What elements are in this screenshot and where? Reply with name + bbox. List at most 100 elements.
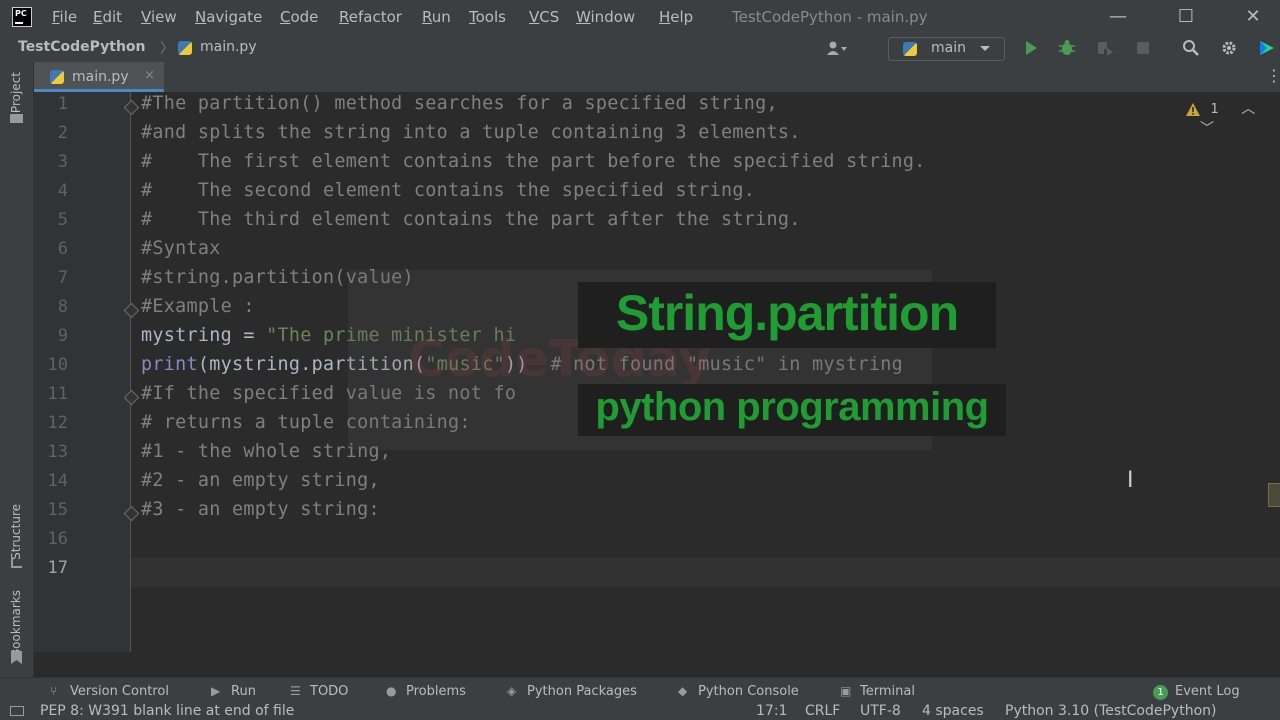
python-file-icon xyxy=(178,41,192,55)
menu-file[interactable]: File xyxy=(52,8,77,26)
structure-tool-window-button[interactable]: Structure xyxy=(9,504,23,560)
gear-icon[interactable] xyxy=(1220,39,1238,57)
code-token: #The partition() method searches for a s… xyxy=(141,93,778,114)
run-configuration-select[interactable]: main xyxy=(888,37,1005,61)
scrollbar-warning-marker[interactable] xyxy=(1268,483,1280,507)
python-icon xyxy=(903,42,917,56)
python-console-button[interactable]: ◆ Python Console xyxy=(678,684,799,699)
navigation-bar: TestCodePython 〉 main.py main xyxy=(0,34,1280,63)
inspection-widget[interactable]: 1 ︿ ﹀ xyxy=(1186,98,1280,138)
tab-main-py[interactable]: main.py × xyxy=(34,62,164,92)
line-number: 8 xyxy=(57,297,68,317)
pycharm-logo-icon: PC xyxy=(12,7,32,27)
code-token: print xyxy=(141,354,198,375)
previous-highlight-icon[interactable]: ︿ xyxy=(1241,101,1255,117)
code-line[interactable]: #The partition() method searches for a s… xyxy=(141,93,778,114)
terminal-label: Terminal xyxy=(860,684,915,699)
line-number: 13 xyxy=(47,442,68,462)
code-line[interactable]: # The third element contains the part af… xyxy=(141,209,801,230)
more-tabs-icon[interactable]: ⋮ xyxy=(1266,66,1280,85)
python-packages-button[interactable]: ◈ Python Packages xyxy=(507,684,637,699)
file-encoding[interactable]: UTF-8 xyxy=(860,703,901,719)
jetbrains-toolbox-icon[interactable] xyxy=(1258,39,1276,57)
line-separator[interactable]: CRLF xyxy=(805,703,840,719)
menu-refactor[interactable]: Refactor xyxy=(339,8,402,26)
problems-label: Problems xyxy=(406,684,466,699)
code-line[interactable]: # The first element contains the part be… xyxy=(141,151,926,172)
status-bar: PEP 8: W391 blank line at end of file 17… xyxy=(0,703,1280,720)
search-icon[interactable] xyxy=(1182,39,1200,57)
problems-button[interactable]: ● Problems xyxy=(386,684,466,699)
version-control-label: Version Control xyxy=(70,684,169,699)
menu-vcs[interactable]: VCS xyxy=(529,8,559,26)
code-line[interactable]: #Syntax xyxy=(141,238,221,259)
line-number-gutter: 1 2 3 4 5 6 7 8 9 10 11 12 13 14 15 16 17 xyxy=(34,92,130,652)
python-interpreter[interactable]: Python 3.10 (TestCodePython) xyxy=(1005,703,1216,719)
console-icon: ◆ xyxy=(678,684,688,698)
bookmarks-tool-window-button[interactable]: Bookmarks xyxy=(9,590,23,657)
maximize-button[interactable]: ☐ xyxy=(1166,4,1206,30)
banner-subtitle: python programming xyxy=(578,384,1006,436)
menu-window[interactable]: Window xyxy=(576,8,635,26)
minimize-button[interactable]: — xyxy=(1098,4,1138,30)
todo-button[interactable]: ☰ TODO xyxy=(290,684,348,699)
menu-navigate[interactable]: Navigate xyxy=(195,8,262,26)
toggle-tool-windows-icon[interactable] xyxy=(10,706,24,716)
terminal-button[interactable]: ▣ Terminal xyxy=(840,684,915,699)
event-log-count: 1 xyxy=(1153,685,1168,700)
code-line[interactable]: #and splits the string into a tuple cont… xyxy=(141,122,801,143)
run-tool-button[interactable]: ▶ Run xyxy=(211,684,256,699)
line-number: 2 xyxy=(57,123,68,143)
event-log-button[interactable]: 1 Event Log xyxy=(1153,684,1240,700)
user-account-icon[interactable] xyxy=(826,40,848,56)
caret-position[interactable]: 17:1 xyxy=(756,703,787,719)
run-with-coverage-button[interactable] xyxy=(1096,39,1114,57)
code-token: # The second element contains the specif… xyxy=(141,180,756,201)
line-number: 7 xyxy=(57,268,68,288)
menu-edit[interactable]: Edit xyxy=(93,8,122,26)
menu-help[interactable]: Help xyxy=(659,8,693,26)
terminal-icon: ▣ xyxy=(840,684,852,698)
line-number: 5 xyxy=(57,210,68,230)
line-number: 3 xyxy=(57,152,68,172)
project-tool-window-button[interactable]: Project xyxy=(9,72,23,113)
stop-button[interactable] xyxy=(1134,39,1152,57)
run-configuration-label: main xyxy=(931,40,966,56)
tool-window-bar: ⑂ Version Control ▶ Run ☰ TODO ● Problems ◈ P… xyxy=(0,677,1280,705)
menu-code[interactable]: Code xyxy=(280,8,318,26)
event-log-label: Event Log xyxy=(1175,684,1240,699)
code-line[interactable]: #Example : xyxy=(141,296,255,317)
bookmark-icon xyxy=(11,651,22,664)
close-tab-icon[interactable]: × xyxy=(144,68,155,83)
menu-tools[interactable]: Tools xyxy=(469,8,506,26)
code-line[interactable]: # The second element contains the specif… xyxy=(141,180,755,201)
text-cursor-icon: Ⅰ xyxy=(1127,468,1134,493)
code-token: # The third element contains the part af… xyxy=(141,209,801,230)
left-tool-strip: Project Structure Bookmarks xyxy=(0,62,34,677)
code-line[interactable]: #3 - an empty string: xyxy=(141,499,380,520)
line-number: 14 xyxy=(47,471,68,491)
menu-run[interactable]: Run xyxy=(422,8,451,26)
line-number: 17 xyxy=(47,558,68,578)
line-number: 4 xyxy=(57,181,68,201)
line-number: 11 xyxy=(47,384,68,404)
warning-icon xyxy=(1186,102,1200,116)
line-number: 6 xyxy=(57,239,68,259)
indent-setting[interactable]: 4 spaces xyxy=(922,703,984,719)
menu-view[interactable]: View xyxy=(141,8,177,26)
list-icon: ☰ xyxy=(290,684,301,698)
breadcrumb-project[interactable]: TestCodePython xyxy=(18,39,146,55)
structure-icon xyxy=(11,558,22,568)
line-number: 16 xyxy=(47,529,68,549)
todo-label: TODO xyxy=(310,684,349,699)
run-button[interactable] xyxy=(1022,39,1040,57)
debug-button[interactable] xyxy=(1058,39,1076,57)
line-number: 9 xyxy=(57,326,68,346)
close-window-button[interactable]: ✕ xyxy=(1233,4,1273,30)
version-control-button[interactable]: ⑂ Version Control xyxy=(50,684,169,699)
tab-label: main.py xyxy=(72,69,129,85)
chevron-down-icon xyxy=(980,46,990,51)
code-line[interactable]: #2 - an empty string, xyxy=(141,470,380,491)
breadcrumb-file[interactable]: main.py xyxy=(200,39,257,55)
next-highlight-icon[interactable]: ﹀ xyxy=(1200,121,1214,137)
